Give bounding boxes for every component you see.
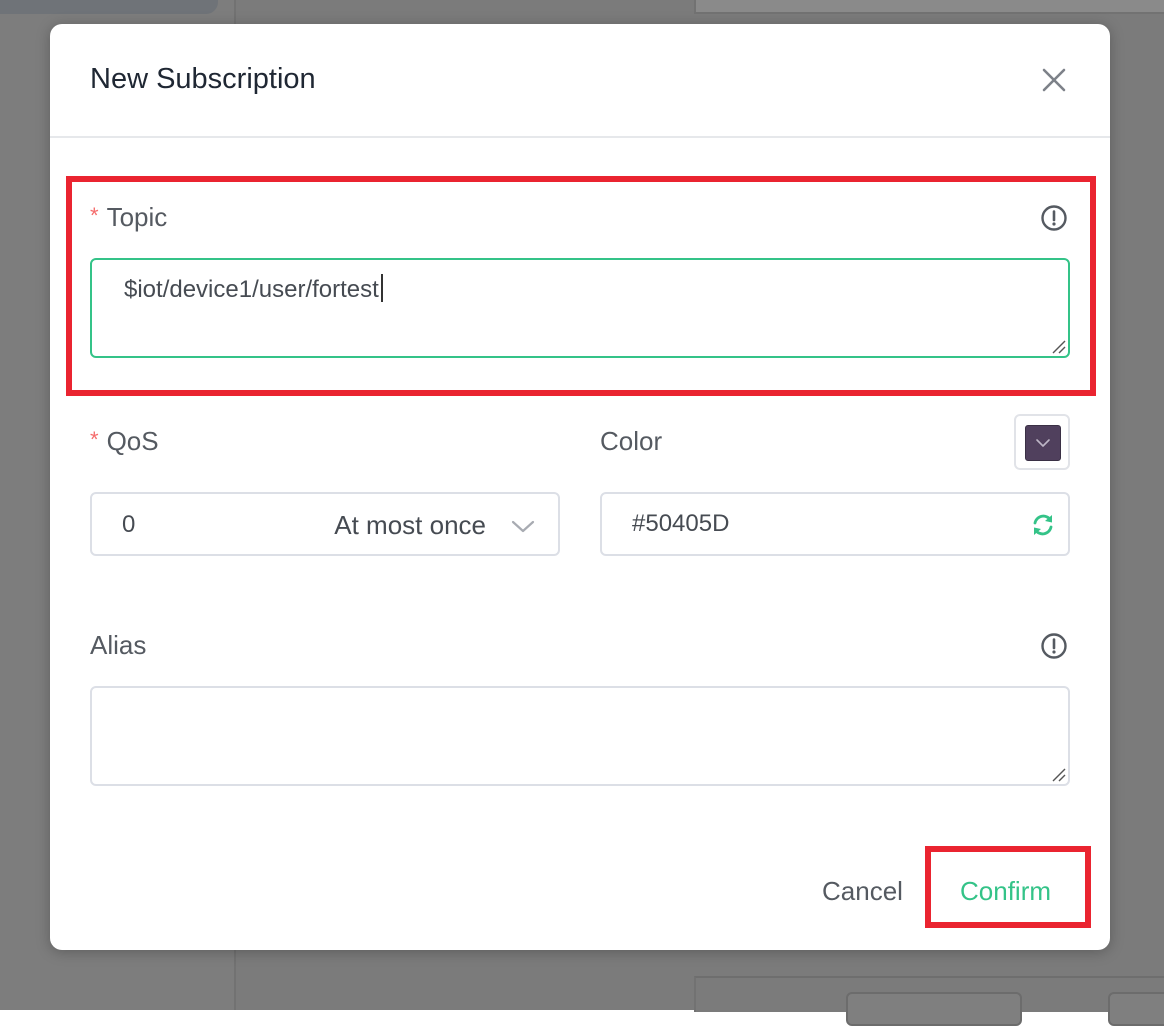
color-label: Color [600,426,663,456]
chevron-down-icon [1036,439,1050,447]
dialog-header: New Subscription [50,24,1110,138]
info-circle-icon[interactable] [1040,204,1068,232]
alias-label: Alias [90,630,147,660]
topic-input-text: $iot/device1/user/fortest [124,274,383,306]
chevron-down-icon [511,520,535,533]
background-sidebar-item [0,0,218,14]
topic-label: * Topic [90,200,167,236]
color-input-container [600,492,1070,556]
topic-value: $iot/device1/user/fortest [124,276,379,303]
background-header-strip [694,0,1164,14]
info-circle-icon[interactable] [1040,632,1068,660]
color-swatch [1025,425,1061,461]
close-button[interactable] [1036,62,1072,98]
required-mark: * [90,203,99,228]
topic-input-container: $iot/device1/user/fortest [90,258,1070,358]
qos-value: 0 [122,511,136,538]
alias-input[interactable] [92,688,1068,784]
background-field [846,992,1022,1026]
confirm-button[interactable]: Confirm [960,874,1051,908]
qos-description: At most once [334,510,486,540]
qos-select[interactable]: 0 At most once [90,492,560,556]
color-input[interactable] [602,494,1068,554]
resize-handle-icon[interactable] [1050,338,1066,354]
color-picker-button[interactable] [1014,414,1070,470]
new-subscription-dialog: New Subscription * Topic $iot/device1/use… [50,24,1110,950]
qos-label: * QoS [90,424,159,460]
text-cursor [380,274,383,302]
alias-input-container [90,686,1070,786]
dialog-title: New Subscription [90,63,316,95]
background-field [1108,992,1164,1026]
qos-label-text: QoS [106,426,159,456]
cancel-button[interactable]: Cancel [822,874,903,908]
refresh-icon[interactable] [1030,512,1056,538]
required-mark: * [90,427,99,452]
close-icon [1042,68,1066,92]
topic-label-text: Topic [106,202,168,232]
